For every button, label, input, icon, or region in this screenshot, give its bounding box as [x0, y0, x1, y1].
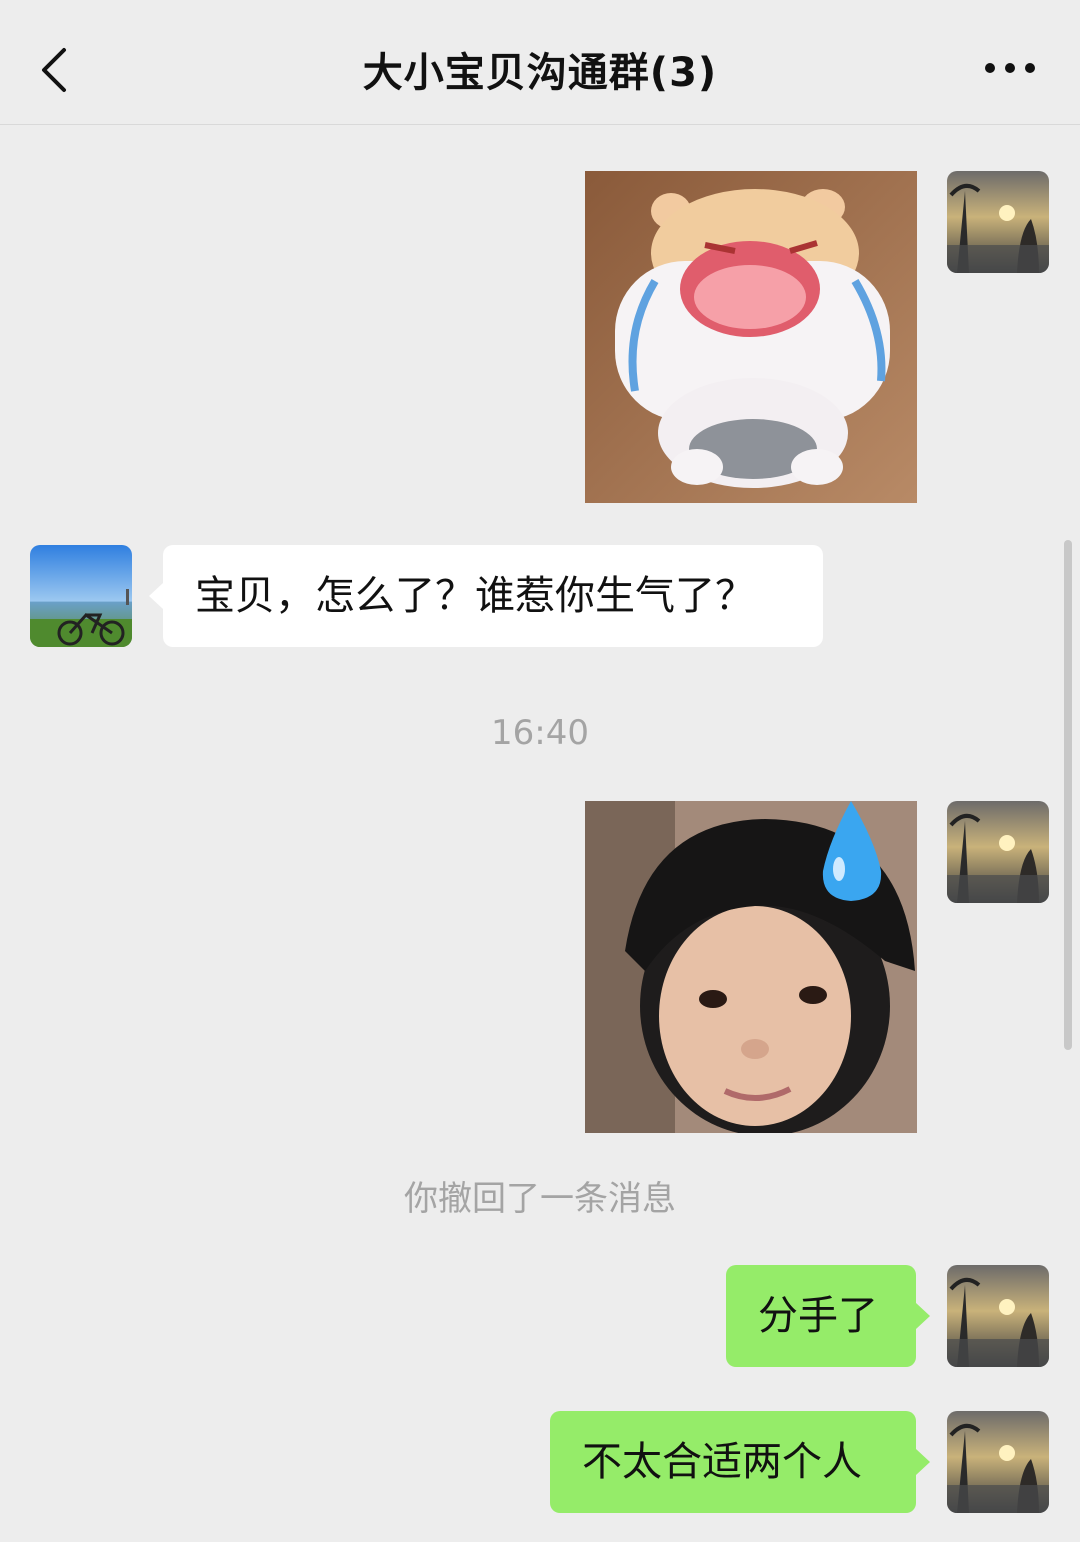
- my-avatar[interactable]: [947, 171, 1049, 273]
- chat-area[interactable]: 宝贝，怎么了？谁惹你生气了？ 16:40 你撤回了一条消息 分手了 不太合适两个…: [0, 125, 1080, 1542]
- outgoing-message-bubble[interactable]: 不太合适两个人: [550, 1411, 930, 1513]
- more-dots-icon: [985, 63, 1035, 73]
- sticker-girl-sweat[interactable]: [585, 801, 917, 1133]
- scrollbar[interactable]: [1064, 540, 1072, 1050]
- message-text: 分手了: [758, 1293, 878, 1339]
- my-avatar[interactable]: [947, 1411, 1049, 1513]
- sticker-crying-hamster[interactable]: [585, 171, 917, 503]
- my-avatar[interactable]: [947, 1265, 1049, 1367]
- my-avatar[interactable]: [947, 801, 1049, 903]
- message-text: 宝贝，怎么了？谁惹你生气了？: [195, 573, 755, 619]
- more-button[interactable]: [980, 54, 1040, 82]
- chat-title: 大小宝贝沟通群(3): [362, 50, 718, 96]
- recall-notice: 你撤回了一条消息: [404, 1179, 676, 1219]
- incoming-message-bubble[interactable]: 宝贝，怎么了？谁惹你生气了？: [149, 545, 823, 647]
- timestamp: 16:40: [491, 713, 589, 753]
- outgoing-message-bubble[interactable]: 分手了: [726, 1265, 930, 1367]
- contact-avatar[interactable]: [30, 545, 132, 647]
- message-text: 不太合适两个人: [582, 1439, 862, 1485]
- top-bar: 大小宝贝沟通群(3): [0, 0, 1080, 125]
